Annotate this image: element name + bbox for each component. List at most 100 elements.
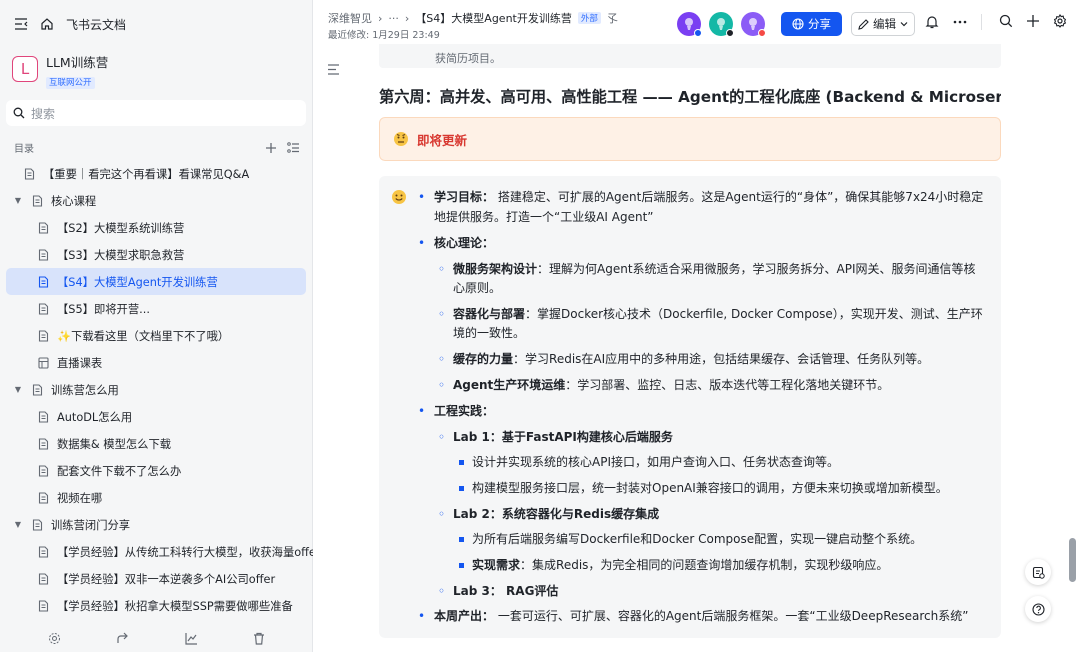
lab-2-item-a: 为所有后端服务编写Dockerfile和Docker Compose配置，实现一… <box>472 532 923 546</box>
collaborator-avatars[interactable] <box>677 12 766 37</box>
avatar[interactable] <box>709 12 734 37</box>
lab-1-item-b: 构建模型服务接口层，统一封装对OpenAI兼容接口的调用，方便未来切换或增加新模… <box>472 481 948 495</box>
doc-icon <box>38 437 49 450</box>
callout-text: 即将更新 <box>417 132 468 148</box>
sidebar-tree-item[interactable]: ▼ 核心课程 <box>6 187 306 214</box>
doc-icon <box>38 572 49 585</box>
bullet-dot: • <box>418 404 426 418</box>
sidebar-tree-item[interactable]: 【重要｜看完这个再看课】看课常见Q&A <box>6 160 306 187</box>
sidebar-tree-item-label: 【S2】大模型系统训练营 <box>57 221 185 235</box>
share-label: 分享 <box>808 17 831 31</box>
home-icon[interactable] <box>40 17 54 31</box>
sidebar-tree-item[interactable]: 【S5】即将开营... <box>6 295 306 322</box>
analytics-icon[interactable] <box>185 632 198 645</box>
gear-icon[interactable] <box>1053 14 1067 28</box>
trash-icon[interactable] <box>253 632 265 645</box>
tree-settings-icon[interactable] <box>287 141 300 154</box>
doc-icon <box>32 194 43 207</box>
table-icon <box>38 356 49 369</box>
bullet-circle: ◦ <box>438 307 446 321</box>
lab-2: Lab 2：系统容器化与Redis缓存集成 <box>453 507 660 521</box>
search-placeholder: 搜索 <box>31 106 56 121</box>
app-root: 飞书云文档 L LLM训练营 互联网公开 搜索 目录 【重要｜看完这个再看课】看… <box>0 0 1080 652</box>
collapse-sidebar-icon[interactable] <box>14 17 28 31</box>
scrollbar-thumb[interactable] <box>1069 538 1076 582</box>
sidebar-tree-item[interactable]: 【学员经验】双非一本逆袭多个AI公司offer <box>6 565 306 592</box>
sidebar-tree-item-label: 【重要｜看完这个再看课】看课常见Q&A <box>43 167 250 181</box>
app-title[interactable]: 飞书云文档 <box>66 16 126 33</box>
sidebar-tree-item[interactable]: AutoDL怎么用 <box>6 403 306 430</box>
plus-icon[interactable] <box>1026 14 1040 28</box>
sidebar-tree-item[interactable]: 【S3】大模型求职急救营 <box>6 241 306 268</box>
sidebar-tree-item[interactable]: 【S2】大模型系统训练营 <box>6 214 306 241</box>
sidebar-tree-item-label: 直播课表 <box>57 356 103 370</box>
thinking-emoji-icon <box>393 131 409 147</box>
breadcrumb-root[interactable]: 深维智见 <box>328 10 372 26</box>
content-block: • 学习目标： 搭建稳定、可扩展的Agent后端服务。这是Agent运行的“身体… <box>379 176 1001 638</box>
sidebar-tree-item[interactable]: ▼ 训练营怎么用 <box>6 376 306 403</box>
doc-icon <box>38 491 49 504</box>
toc-label: 目录 <box>14 144 34 155</box>
theory-item-2: 容器化与部署：掌握Docker核心技术（Dockerfile, Docker C… <box>453 307 983 321</box>
expand-arrow-icon[interactable]: ▼ <box>12 520 24 529</box>
doc-icon <box>38 329 49 342</box>
sidebar-tree-item-label: 训练营闭门分享 <box>51 518 131 532</box>
breadcrumb-more[interactable]: ··· <box>388 12 399 25</box>
sidebar-tree-item[interactable]: 【学员经验】秋招拿大模型SSP需要做哪些准备 <box>6 592 306 619</box>
doc-icon <box>32 518 43 531</box>
sidebar-tree-item[interactable]: ▼ 训练营闭门分享 <box>6 511 306 538</box>
doc-icon <box>38 410 49 423</box>
sidebar-tree-item[interactable]: 视频在哪 <box>6 484 306 511</box>
last-modified: 最近修改: 1月29日 23:49 <box>328 30 440 41</box>
settings-icon[interactable] <box>48 632 61 645</box>
sidebar-tree-item[interactable]: 【学员经验】从传统工科转行大模型，收获海量offer <box>6 538 321 565</box>
doc-icon <box>38 221 49 234</box>
bullet-circle: ◦ <box>438 584 446 598</box>
more-icon[interactable] <box>953 20 967 24</box>
sidebar-tree-item-label: AutoDL怎么用 <box>57 410 133 424</box>
sidebar-tree-item-label: 配套文件下载不了怎么办 <box>57 464 182 478</box>
bullet-square <box>459 486 464 491</box>
sidebar-tree-item[interactable]: 直播课表 <box>6 349 306 376</box>
list-item-output: 本周产出： 一套可运行、可扩展、容器化的Agent后端服务框架。一套“工业级De… <box>434 609 969 623</box>
share-button[interactable]: 分享 <box>781 12 842 36</box>
expand-arrow-icon[interactable]: ▼ <box>12 385 24 394</box>
presence-dot <box>694 29 702 37</box>
sidebar: 飞书云文档 L LLM训练营 互联网公开 搜索 目录 【重要｜看完这个再看课】看… <box>0 0 321 652</box>
doc-icon <box>38 248 49 261</box>
sidebar-tree-item[interactable]: 数据集& 模型怎么下载 <box>6 430 306 457</box>
avatar[interactable] <box>677 12 702 37</box>
doc-icon <box>32 383 43 396</box>
sidebar-tree-item-label: 【学员经验】双非一本逆袭多个AI公司offer <box>57 572 276 586</box>
theory-item-4: Agent生产环境运维：学习部署、监控、日志、版本迭代等工程化落地关键环节。 <box>453 378 890 392</box>
search-icon[interactable] <box>999 14 1013 28</box>
bullet-circle: ◦ <box>438 352 446 366</box>
search-input[interactable]: 搜索 <box>6 100 306 126</box>
edit-label: 编辑 <box>873 17 896 31</box>
lab-2-item-b: 实现需求：集成Redis，为完全相同的问题查询增加缓存机制，实现秒级响应。 <box>472 558 889 572</box>
outline-icon[interactable] <box>327 64 340 75</box>
theory-item-1: 微服务架构设计：理解为何Agent系统适合采用微服务，学习服务拆分、API网关、… <box>453 262 976 276</box>
comment-float-button[interactable] <box>1025 559 1051 585</box>
help-float-button[interactable] <box>1025 596 1051 622</box>
space-header[interactable]: L LLM训练营 互联网公开 <box>12 56 108 89</box>
sidebar-tree-item[interactable]: ✨下载看这里（文档里下不了哦） <box>6 322 306 349</box>
bullet-dot: • <box>418 190 426 204</box>
sidebar-tree-item-label: 【S3】大模型求职急救营 <box>57 248 185 262</box>
sidebar-tree-item[interactable]: 配套文件下载不了怎么办 <box>6 457 306 484</box>
edit-button[interactable]: 编辑 <box>851 12 915 36</box>
sidebar-tree-item-label: 【S4】大模型Agent开发训练营 <box>57 275 218 289</box>
space-visibility-badge: 互联网公开 <box>46 77 95 89</box>
expand-arrow-icon[interactable]: ▼ <box>12 196 24 205</box>
sidebar-tree-item[interactable]: 【S4】大模型Agent开发训练营 <box>6 268 306 295</box>
add-icon[interactable] <box>265 142 277 154</box>
bell-icon[interactable] <box>925 15 939 29</box>
avatar[interactable] <box>741 12 766 37</box>
bullet-square <box>459 537 464 542</box>
breadcrumb-current[interactable]: 【S4】大模型Agent开发训练营 <box>415 10 572 26</box>
doc-icon <box>38 599 49 612</box>
share-arrow-icon[interactable] <box>116 632 129 645</box>
external-badge: 外部 <box>577 12 601 24</box>
bullet-circle: ◦ <box>438 507 446 521</box>
breadcrumb-extra[interactable]: 孓 <box>607 10 618 26</box>
